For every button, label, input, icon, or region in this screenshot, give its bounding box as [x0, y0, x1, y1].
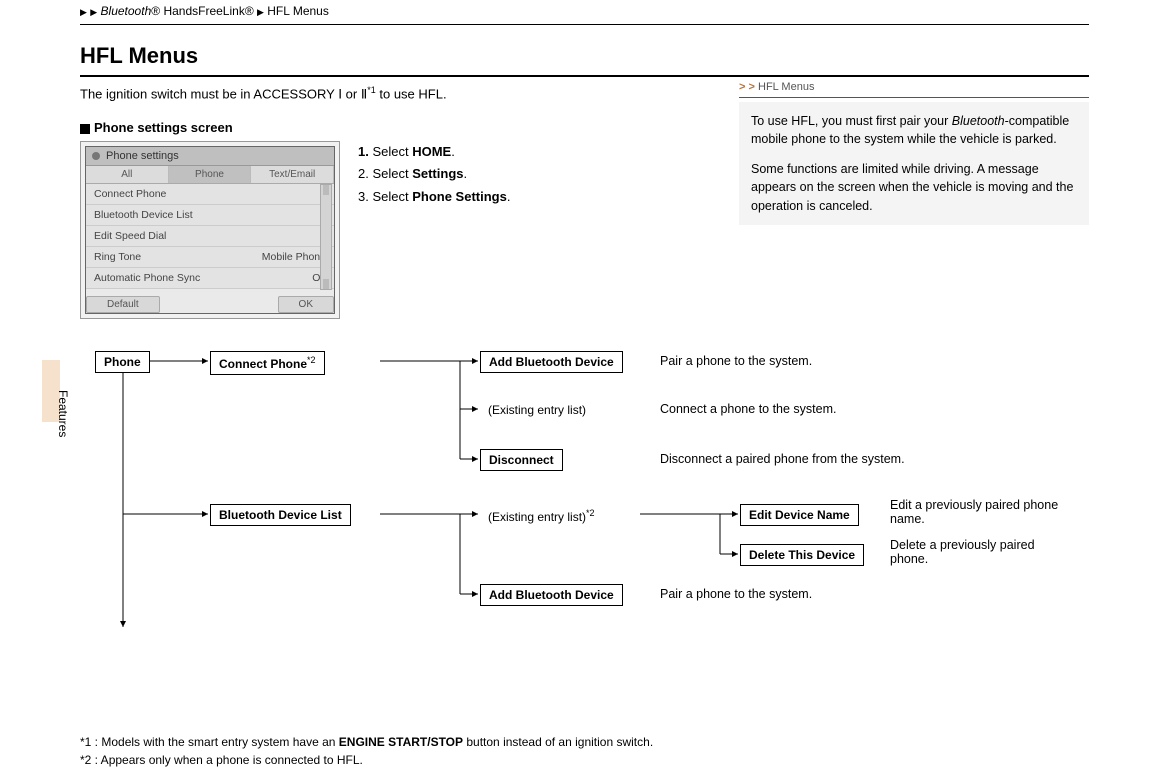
ignition-note: The ignition switch must be in ACCESSORY… — [80, 85, 719, 102]
tab-phone: Phone — [169, 166, 252, 183]
subheading: Phone settings screen — [80, 120, 719, 135]
node-edit-device-name: Edit Device Name — [740, 504, 859, 526]
desc-disconnect: Disconnect a paired phone from the syste… — [660, 452, 905, 466]
divider — [80, 24, 1089, 25]
chevron-right-icon: ▶ — [80, 7, 87, 17]
tab-textemail: Text/Email — [251, 166, 334, 183]
node-delete-this-device: Delete This Device — [740, 544, 864, 566]
node-bluetooth-device-list: Bluetooth Device List — [210, 504, 351, 526]
steps-list: 1. Select HOME. 2. Select Settings. 3. S… — [358, 141, 510, 319]
breadcrumb: ▶ ▶ Bluetooth® HandsFreeLink® ▶ HFL Menu… — [0, 0, 1169, 18]
breadcrumb-item: Bluetooth — [101, 4, 152, 18]
desc-delete-this-device: Delete a previously paired phone. — [890, 538, 1070, 566]
info-breadcrumb: > > HFL Menus — [739, 81, 1089, 95]
default-button: Default — [86, 296, 160, 313]
breadcrumb-item: HandsFreeLink — [163, 4, 244, 18]
node-existing-list-2: (Existing entry list)*2 — [480, 505, 603, 527]
scrollbar — [320, 184, 332, 290]
node-existing-list: (Existing entry list) — [480, 400, 594, 420]
footnotes: *1 : Models with the smart entry system … — [80, 733, 653, 769]
phone-settings-screenshot: Phone settings All Phone Text/Email Conn… — [80, 141, 340, 319]
chevron-right-icon: ▶ — [257, 7, 264, 17]
page-title: HFL Menus — [80, 43, 1089, 69]
menu-tree-diagram: Phone Connect Phone*2 Add Bluetooth Devi… — [80, 339, 719, 639]
node-disconnect: Disconnect — [480, 449, 563, 471]
desc-add-bluetooth-2: Pair a phone to the system. — [660, 587, 812, 601]
desc-edit-device-name: Edit a previously paired phone name. — [890, 498, 1070, 526]
square-icon — [80, 124, 90, 134]
info-box: To use HFL, you must first pair your Blu… — [739, 102, 1089, 225]
desc-add-bluetooth: Pair a phone to the system. — [660, 354, 812, 368]
chevron-right-icon: ▶ — [90, 7, 97, 17]
ok-button: OK — [278, 296, 334, 313]
node-add-bluetooth: Add Bluetooth Device — [480, 351, 623, 373]
dot-icon — [92, 152, 100, 160]
breadcrumb-item: HFL Menus — [267, 4, 329, 18]
desc-existing-list: Connect a phone to the system. — [660, 402, 837, 416]
tab-all: All — [86, 166, 169, 183]
node-phone: Phone — [95, 351, 150, 373]
divider — [739, 97, 1089, 98]
node-add-bluetooth-2: Add Bluetooth Device — [480, 584, 623, 606]
node-connect-phone: Connect Phone*2 — [210, 351, 325, 375]
features-label: Features — [56, 390, 70, 437]
